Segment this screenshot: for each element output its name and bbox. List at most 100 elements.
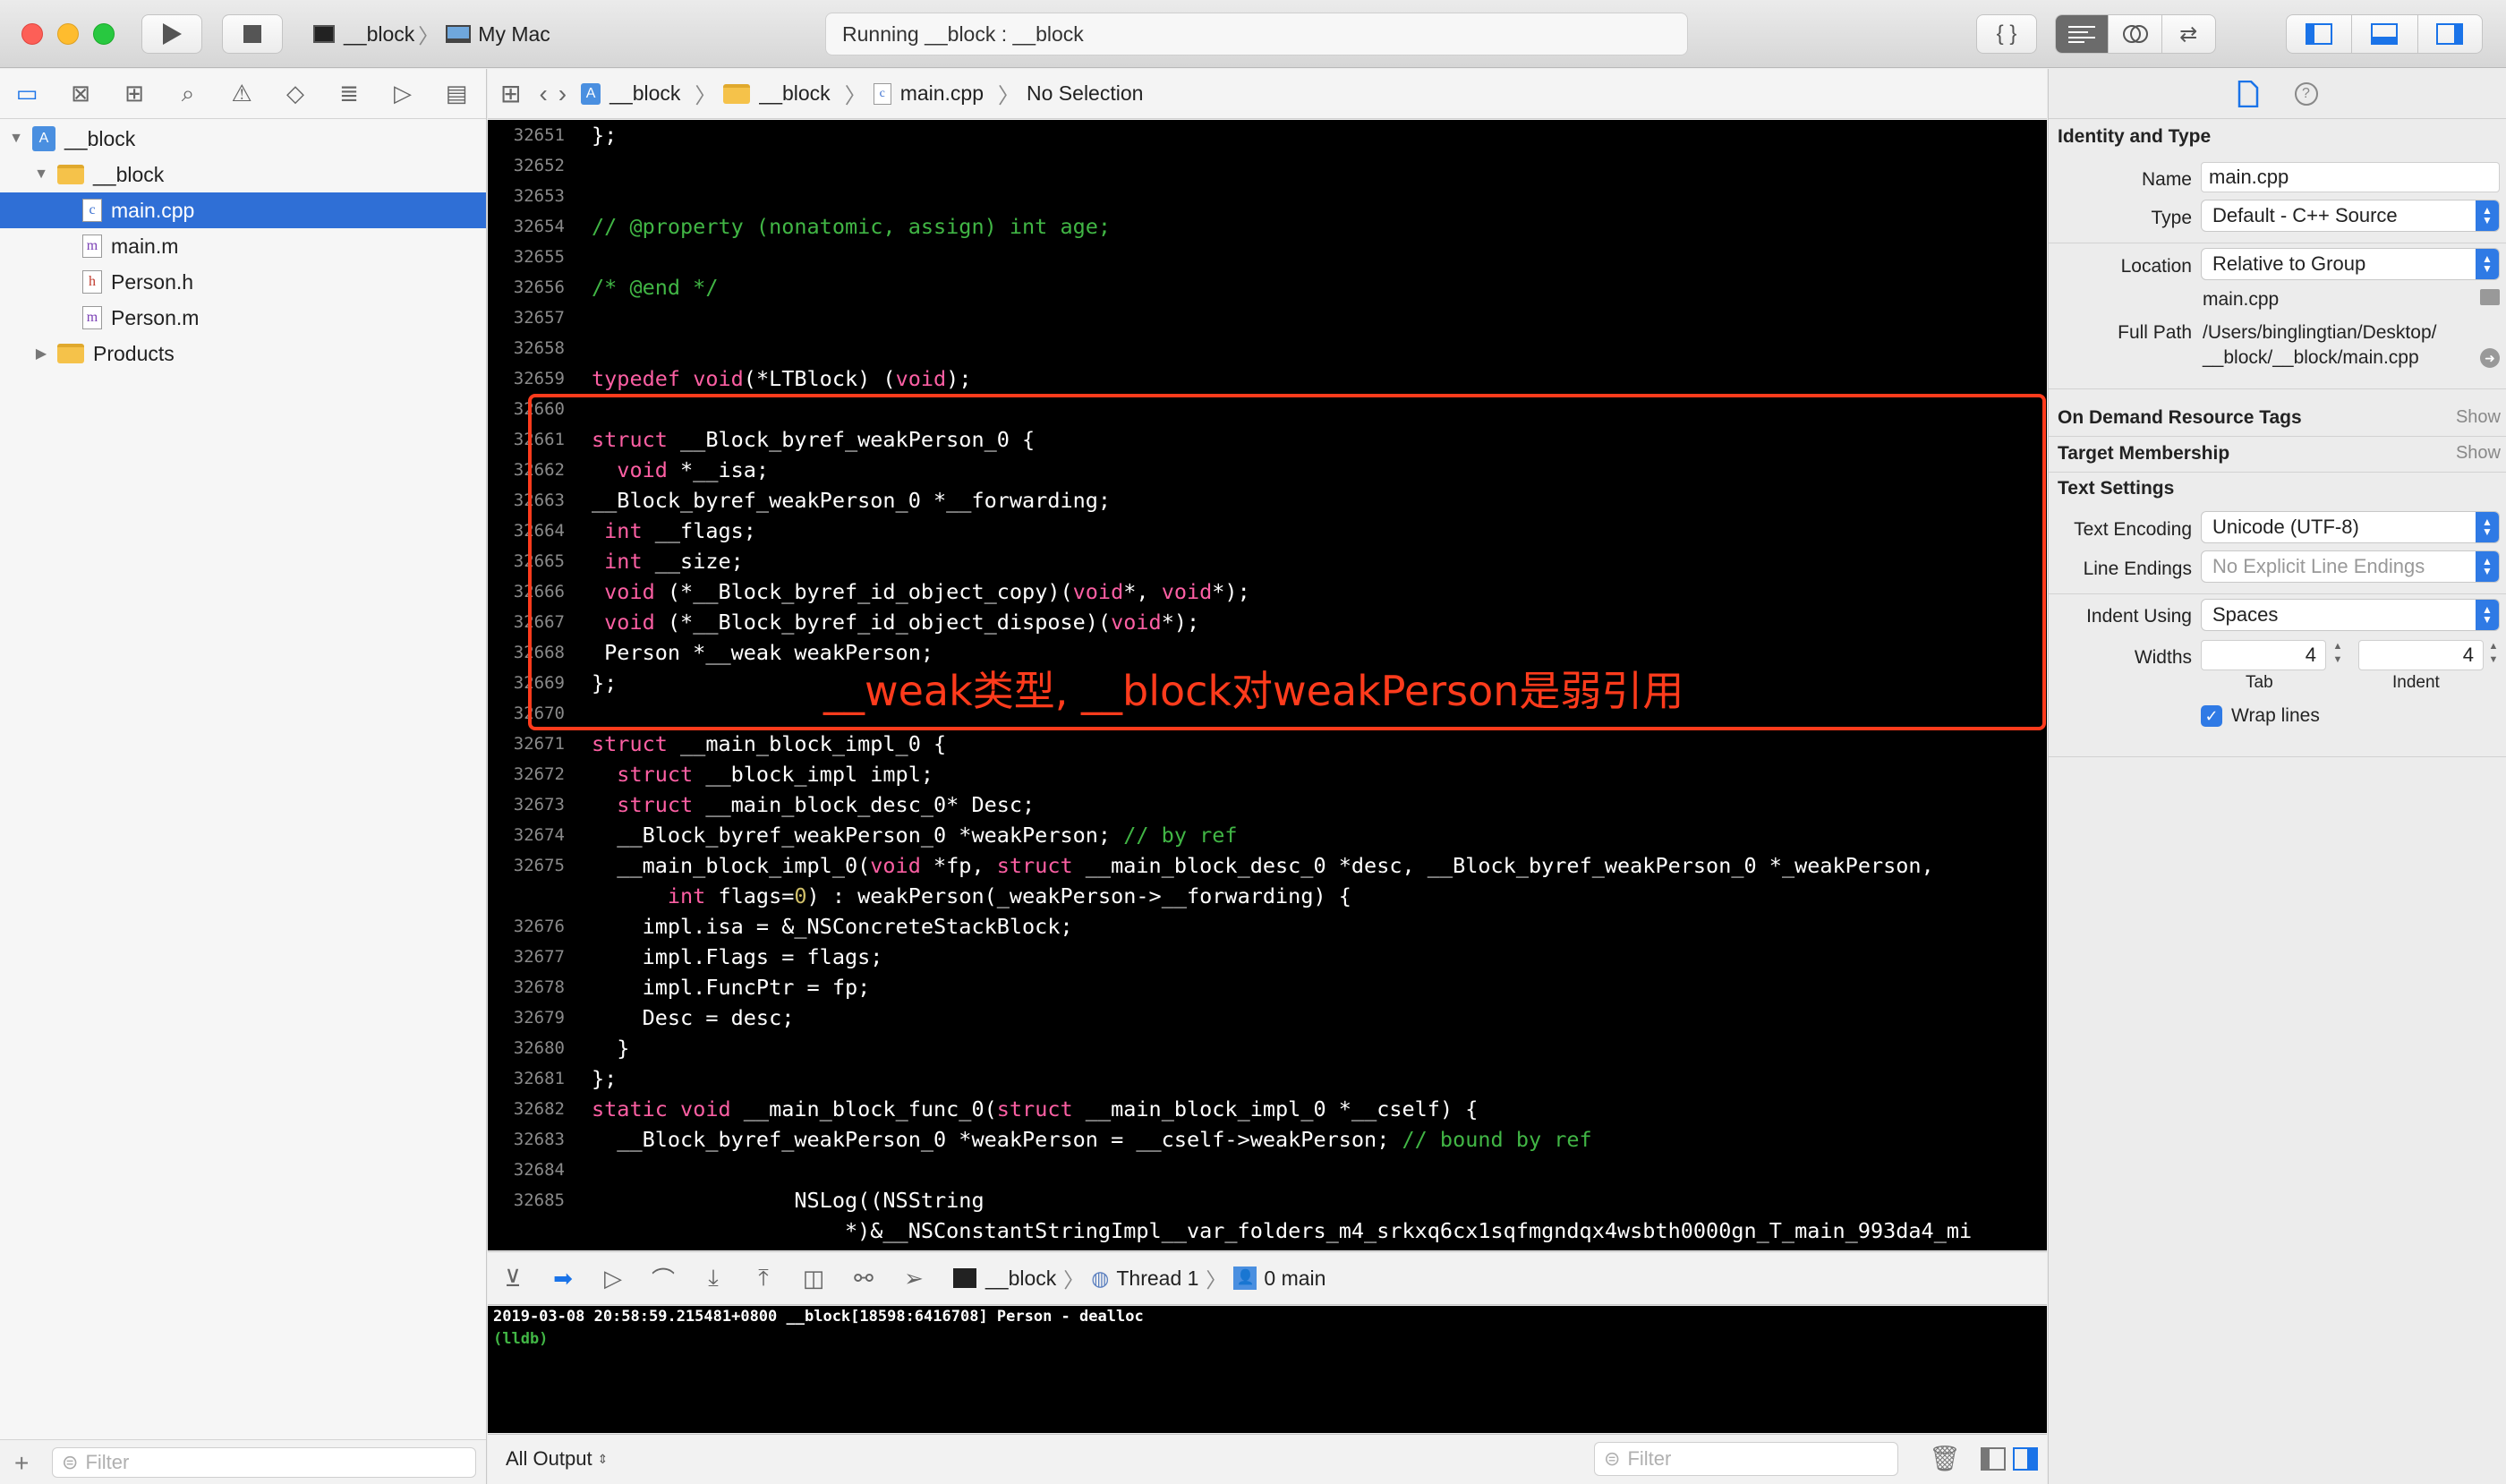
symbol-navigator-icon[interactable]: ⊞: [120, 80, 149, 108]
breadcrumb-project[interactable]: A __block: [581, 81, 680, 106]
tree-item[interactable]: ▶ Products: [0, 336, 486, 371]
line-number[interactable]: 32682: [488, 1094, 565, 1124]
assistant-editor-button[interactable]: [2109, 15, 2162, 53]
version-editor-button[interactable]: ⇄: [2162, 15, 2215, 53]
line-number[interactable]: 32680: [488, 1033, 565, 1063]
related-items-icon[interactable]: ⊞: [500, 79, 521, 108]
output-selector[interactable]: All Output ⇕: [506, 1447, 608, 1471]
add-icon[interactable]: +: [14, 1449, 29, 1478]
indent-width-stepper[interactable]: ▲ ▼: [2485, 640, 2502, 670]
step-over-icon[interactable]: ⌒: [638, 1262, 688, 1295]
line-number[interactable]: 32674: [488, 820, 565, 850]
wrap-lines-checkbox[interactable]: ✓: [2201, 705, 2222, 727]
toggle-debug-area-button[interactable]: [2352, 15, 2418, 53]
line-number[interactable]: 32658: [488, 333, 565, 363]
tree-item[interactable]: c main.cpp: [0, 192, 486, 228]
stop-button[interactable]: [222, 14, 283, 54]
line-number[interactable]: 32675: [488, 850, 565, 881]
debug-crumb-frame[interactable]: 0 main: [1264, 1267, 1325, 1291]
close-window-button[interactable]: [21, 23, 43, 45]
indent-width-field[interactable]: 4: [2358, 640, 2484, 670]
run-button[interactable]: [141, 14, 202, 54]
trash-icon[interactable]: 🗑: [1929, 1444, 1961, 1473]
console-view-toggle[interactable]: [2013, 1447, 2038, 1471]
debug-navigator-icon[interactable]: ≣: [335, 80, 363, 108]
location-popup[interactable]: Relative to Group ▲ ▼: [2201, 248, 2500, 280]
line-number[interactable]: 32672: [488, 759, 565, 789]
debug-console[interactable]: 2019-03-08 20:58:59.215481+0800 __block[…: [488, 1306, 2047, 1433]
back-chevron-icon[interactable]: ‹: [539, 80, 547, 108]
warning-icon[interactable]: ⚠: [227, 80, 256, 108]
line-number[interactable]: 32659: [488, 363, 565, 394]
odr-show-button[interactable]: Show: [2456, 407, 2501, 428]
line-number[interactable]: 32685: [488, 1185, 565, 1215]
scheme-selector[interactable]: __block 〉 My Mac: [301, 14, 569, 54]
encoding-popup[interactable]: Unicode (UTF-8) ▲ ▼: [2201, 511, 2500, 543]
line-number[interactable]: 32678: [488, 972, 565, 1002]
line-number[interactable]: 32681: [488, 1063, 565, 1094]
line-number[interactable]: 32651: [488, 120, 565, 150]
step-out-icon[interactable]: ⤒: [738, 1264, 788, 1292]
breadcrumb-file[interactable]: c main.cpp: [873, 81, 984, 106]
tree-item[interactable]: m Person.m: [0, 300, 486, 336]
line-number[interactable]: 32652: [488, 150, 565, 181]
reveal-arrow-icon[interactable]: ➜: [2480, 348, 2500, 368]
line-number[interactable]: 32684: [488, 1155, 565, 1185]
line-number[interactable]: 32683: [488, 1124, 565, 1155]
variables-view-toggle[interactable]: [1981, 1447, 2006, 1471]
line-number[interactable]: 32676: [488, 911, 565, 942]
test-navigator-icon[interactable]: ◇: [281, 80, 310, 108]
line-number[interactable]: 32656: [488, 272, 565, 303]
standard-editor-button[interactable]: [2056, 15, 2110, 53]
line-number[interactable]: 32671: [488, 729, 565, 759]
breadcrumb-symbol[interactable]: No Selection: [1027, 81, 1143, 106]
report-navigator-icon[interactable]: ▤: [442, 80, 471, 108]
line-number[interactable]: 32654: [488, 211, 565, 242]
debug-crumb-thread[interactable]: Thread 1: [1116, 1267, 1198, 1291]
folder-navigator-icon[interactable]: ▭: [13, 80, 41, 108]
code-snippet-button[interactable]: { }: [1976, 14, 2037, 54]
breakpoint-navigator-icon[interactable]: ▷: [388, 80, 417, 108]
file-inspector-icon[interactable]: [2238, 80, 2259, 107]
line-endings-popup[interactable]: No Explicit Line Endings ▲ ▼: [2201, 550, 2500, 583]
toggle-navigator-button[interactable]: [2287, 15, 2353, 53]
tab-width-stepper[interactable]: ▲ ▼: [2330, 640, 2346, 670]
disclosure-down-icon[interactable]: ▼: [34, 166, 48, 183]
tree-item[interactable]: ▼ A __block: [0, 121, 486, 157]
line-number[interactable]: 32673: [488, 789, 565, 820]
quick-help-icon[interactable]: ?: [2294, 81, 2318, 106]
step-into-icon[interactable]: ⤓: [688, 1264, 738, 1292]
target-show-button[interactable]: Show: [2456, 443, 2501, 464]
line-number[interactable]: 32653: [488, 181, 565, 211]
line-number[interactable]: 32655: [488, 242, 565, 272]
type-popup[interactable]: Default - C++ Source ▲ ▼: [2201, 200, 2500, 232]
console-filter-input[interactable]: ⊜ Filter: [1594, 1442, 1898, 1476]
line-number[interactable]: 32657: [488, 303, 565, 333]
breadcrumb-group[interactable]: __block: [723, 81, 831, 106]
tree-item[interactable]: m main.m: [0, 228, 486, 264]
tree-item[interactable]: ▼ __block: [0, 157, 486, 192]
tab-width-field[interactable]: 4: [2201, 640, 2326, 670]
debug-crumb-process[interactable]: __block: [985, 1267, 1056, 1291]
forward-chevron-icon[interactable]: ›: [558, 80, 567, 108]
toggle-inspector-button[interactable]: [2418, 15, 2482, 53]
line-number[interactable]: 32679: [488, 1002, 565, 1033]
folder-reveal-icon[interactable]: [2480, 289, 2500, 305]
memory-graph-icon[interactable]: ⚯: [839, 1265, 889, 1292]
tree-item[interactable]: h Person.h: [0, 264, 486, 300]
search-icon[interactable]: ⌕: [174, 80, 202, 108]
hide-debug-area-icon[interactable]: ⊻: [488, 1265, 538, 1292]
disclosure-down-icon[interactable]: ▼: [9, 131, 23, 147]
minimize-window-button[interactable]: [57, 23, 79, 45]
location-icon[interactable]: ➢: [889, 1265, 939, 1292]
breakpoints-toggle-icon[interactable]: ➡: [538, 1265, 588, 1292]
indent-using-popup[interactable]: Spaces ▲ ▼: [2201, 599, 2500, 631]
name-field[interactable]: main.cpp: [2201, 162, 2500, 192]
continue-icon[interactable]: ▷: [588, 1265, 638, 1292]
zoom-window-button[interactable]: [93, 23, 115, 45]
source-control-icon[interactable]: ⊠: [66, 80, 95, 108]
view-debugger-icon[interactable]: ◫: [788, 1265, 839, 1292]
navigator-filter-input[interactable]: ⊜ Filter: [52, 1447, 476, 1478]
disclosure-right-icon[interactable]: ▶: [34, 345, 48, 362]
line-number[interactable]: 32677: [488, 942, 565, 972]
